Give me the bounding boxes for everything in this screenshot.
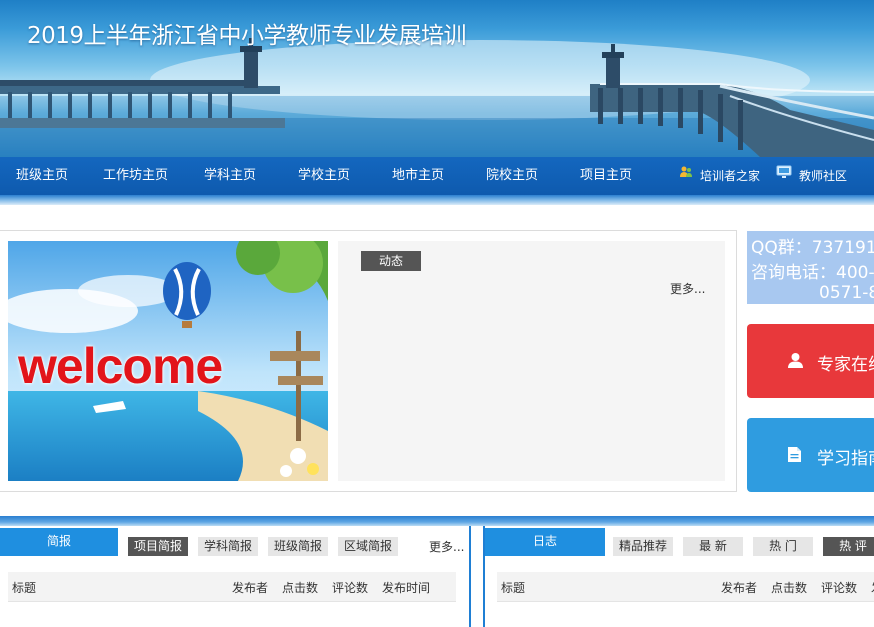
teacher-community-label: 教师社区 (799, 169, 848, 183)
column-comments: 评论数 (332, 581, 369, 595)
welcome-image: welcome (8, 241, 328, 481)
column-clicks: 点击数 (771, 581, 808, 595)
phone-text: 咨询电话：400-8 (751, 263, 874, 283)
user-icon (787, 352, 804, 373)
briefing-panel: 简报 项目简报 学科简报 班级简报 区域简报 更多... 标题 发布者 点击数 … (0, 526, 471, 627)
nav-item-teacher-community[interactable]: 教师社区 (776, 157, 847, 195)
trainer-home-label: 培训者之家 (700, 169, 761, 183)
main-nav: 班级主页 工作坊主页 学科主页 学校主页 地市主页 院校主页 项目主页 培训者之… (0, 157, 874, 195)
journal-table-header: 标题 发布者 点击数 评论数 发 (497, 572, 874, 602)
nav-item-project-home[interactable]: 项目主页 (580, 157, 632, 195)
column-title: 标题 (501, 581, 526, 595)
news-panel: 动态 更多... (338, 241, 725, 481)
qq-group-text: QQ群：737191968 (751, 238, 874, 258)
tab-latest[interactable]: 最 新 (683, 537, 743, 556)
briefing-title: 简报 (0, 528, 118, 556)
journal-panel: 日志 精品推荐 最 新 热 门 热 评 标题 发布者 点击数 评论数 发 (483, 526, 874, 627)
nav-item-class-home[interactable]: 班级主页 (16, 157, 68, 195)
nav-item-school-home[interactable]: 学校主页 (298, 157, 350, 195)
phone-extra-text: 0571-8 (819, 283, 874, 303)
tab-subject-briefing[interactable]: 学科简报 (198, 537, 258, 556)
column-title: 标题 (12, 581, 37, 595)
document-icon (787, 446, 802, 467)
column-publisher: 发布者 (721, 581, 758, 595)
briefing-more-link[interactable]: 更多... (429, 538, 464, 555)
tab-class-briefing[interactable]: 班级简报 (268, 537, 328, 556)
tab-news[interactable]: 动态 (361, 251, 421, 271)
nav-item-city-home[interactable]: 地市主页 (392, 157, 444, 195)
welcome-text: welcome (18, 338, 223, 394)
section-divider (0, 516, 874, 526)
nav-shadow-bar (0, 195, 874, 205)
tab-featured[interactable]: 精品推荐 (613, 537, 673, 556)
briefing-table-header: 标题 发布者 点击数 评论数 发布时间 (8, 572, 456, 602)
expert-online-button[interactable]: 专家在线 (747, 324, 874, 398)
page-root: 2019上半年浙江省中小学教师专业发展培训 班级主页 工作坊主页 学科主页 学校… (0, 0, 874, 627)
column-publish-time: 发布时间 (382, 581, 431, 595)
study-guide-label: 学习指南 (817, 449, 874, 469)
tab-hot-comments[interactable]: 热 评 (823, 537, 874, 556)
tab-project-briefing[interactable]: 项目简报 (128, 537, 188, 556)
news-more-link[interactable]: 更多... (670, 280, 705, 297)
tab-region-briefing[interactable]: 区域简报 (338, 537, 398, 556)
study-guide-button[interactable]: 学习指南 (747, 418, 874, 492)
monitor-icon (776, 156, 792, 194)
header-banner: 2019上半年浙江省中小学教师专业发展培训 (0, 0, 874, 157)
nav-item-trainer-home[interactable]: 培训者之家 (679, 157, 760, 195)
users-icon (679, 156, 693, 194)
nav-item-college-home[interactable]: 院校主页 (486, 157, 538, 195)
column-clicks: 点击数 (282, 581, 319, 595)
nav-item-workshop-home[interactable]: 工作坊主页 (103, 157, 168, 195)
journal-title: 日志 (485, 528, 605, 556)
contact-info: QQ群：737191968 咨询电话：400-8 0571-8 (747, 231, 874, 304)
column-comments: 评论数 (821, 581, 858, 595)
column-publisher: 发布者 (232, 581, 269, 595)
nav-item-subject-home[interactable]: 学科主页 (204, 157, 256, 195)
tab-popular[interactable]: 热 门 (753, 537, 813, 556)
site-title: 2019上半年浙江省中小学教师专业发展培训 (27, 23, 467, 49)
expert-online-label: 专家在线 (817, 355, 874, 375)
